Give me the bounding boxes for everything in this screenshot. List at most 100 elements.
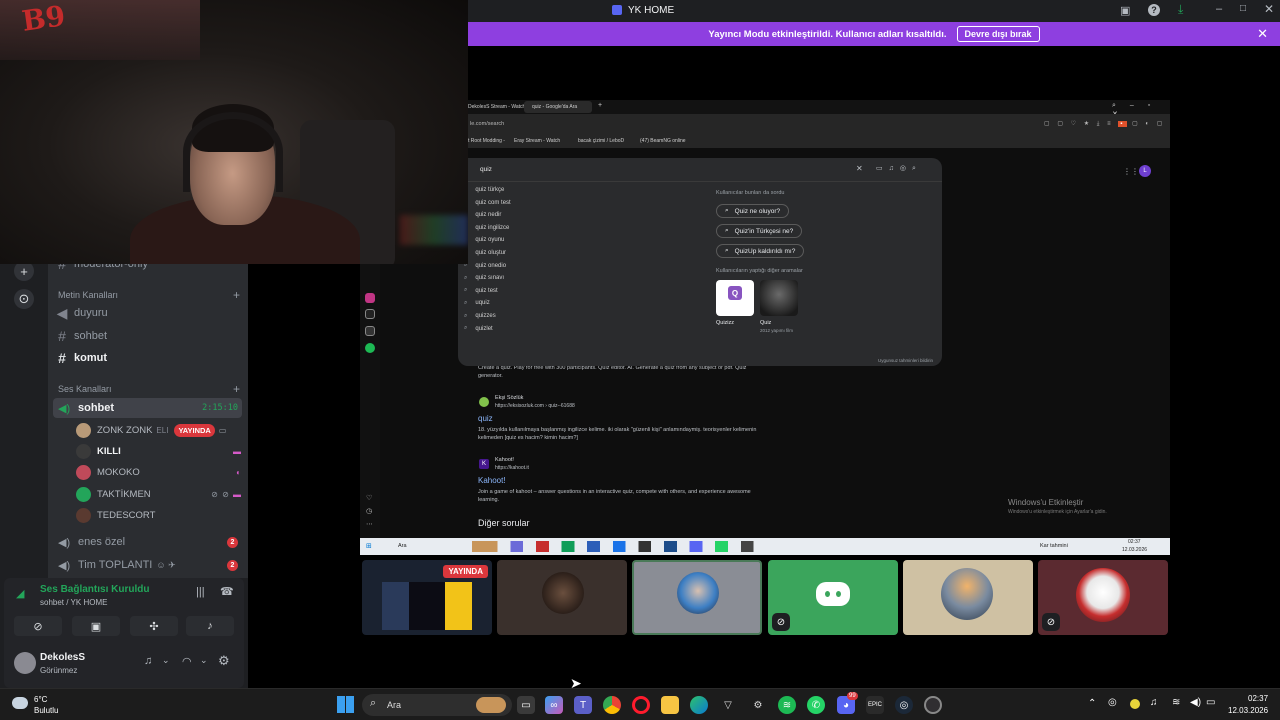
microphone-icon[interactable]: ♫ xyxy=(144,655,152,667)
download-icon[interactable]: ⤓ xyxy=(1178,2,1183,17)
bookmark[interactable]: t Root Modding - xyxy=(468,138,505,144)
suggestion-item[interactable]: ⌕quiz nedir xyxy=(464,209,501,221)
weather-icon[interactable] xyxy=(12,697,28,709)
notice-close-icon[interactable]: ✕ xyxy=(1257,26,1268,42)
voice-status[interactable]: Ses Bağlantısı Kuruldu xyxy=(40,584,149,595)
settings-gear-icon[interactable]: ⚙ xyxy=(218,653,230,669)
disable-streamer-mode-button[interactable]: Devre dışı bırak xyxy=(956,26,1040,42)
activities-button[interactable]: ✣ xyxy=(130,616,178,636)
suggestion-item[interactable]: ⌕quiz com test xyxy=(464,197,511,209)
history-icon[interactable]: ◷ xyxy=(366,507,372,515)
participant-tile-discord[interactable]: ⊘ xyxy=(768,560,898,635)
tray-yellow-icon[interactable] xyxy=(1130,699,1140,709)
opera-icon[interactable] xyxy=(632,696,650,714)
disconnect-icon[interactable]: ☎ xyxy=(220,585,234,598)
browser-tab[interactable]: DekolesS Stream - Watch xyxy=(468,104,525,110)
voice-channel-enes-ozel[interactable]: ◀) enes özel 2 xyxy=(53,532,242,552)
channel-komut[interactable]: # komut xyxy=(54,348,242,368)
browser-address-bar[interactable]: le.com/search ▢ ▢ ♡ ★ ⤓ ≡ ▪ ▢ ◐ ▢ xyxy=(468,114,1170,134)
taskbar-weather[interactable]: Kar tahmini xyxy=(1040,543,1068,549)
quiz-film-label[interactable]: Quiz xyxy=(760,320,771,326)
edge-icon[interactable] xyxy=(690,696,708,714)
start-icon[interactable] xyxy=(337,696,354,713)
search-tool-icons[interactable]: ▭♫◎⌕ xyxy=(876,164,922,173)
weather-temp[interactable]: 6°C xyxy=(34,695,47,704)
quizizz-card[interactable]: Q xyxy=(716,280,754,316)
result2-title[interactable]: Kahoot! xyxy=(478,476,506,485)
show-hidden-icons[interactable]: ⌃ xyxy=(1088,698,1096,709)
noise-suppression-icon[interactable]: ||| xyxy=(196,586,205,598)
voice-user[interactable]: ZONK ZONK ELI YAYINDA ▭ xyxy=(76,420,242,440)
suggestion-item[interactable]: ⌕quiz türkçe xyxy=(464,184,504,196)
voice-category[interactable]: Ses Kanalları + xyxy=(58,382,240,396)
voice-user[interactable]: TAKTİKMEN ⊘ ⊘ ▬ xyxy=(76,484,242,504)
channel-duyuru[interactable]: ◀ duyuru xyxy=(54,303,242,323)
people-ask-chip[interactable]: ⌕ Quiz ne oluyor? xyxy=(716,204,790,218)
shared-screen[interactable]: DekolesS Stream - Watch quiz - Google'da… xyxy=(360,100,1170,555)
participant-tile-stream[interactable]: YAYINDA xyxy=(362,560,492,635)
volume-icon[interactable]: ◀) xyxy=(1190,697,1201,708)
add-server-icon[interactable]: + xyxy=(14,261,34,281)
quiz-film-card[interactable] xyxy=(760,280,798,316)
bookmark[interactable]: (47) BeamNG online xyxy=(640,138,686,144)
wifi-icon[interactable]: ≋ xyxy=(1172,697,1180,708)
whatsapp-icon[interactable]: ✆ xyxy=(807,696,825,714)
steam-icon[interactable]: ◎ xyxy=(895,696,913,714)
apps-grid-icon[interactable]: ⋮⋮ xyxy=(1123,167,1139,176)
search-query-text[interactable]: quiz xyxy=(480,166,492,173)
tray-app-icon[interactable]: ◎ xyxy=(1108,697,1117,708)
copilot-icon[interactable]: ∞ xyxy=(545,696,563,714)
clear-search-icon[interactable]: ✕ xyxy=(856,164,863,173)
quizizz-label[interactable]: Quizizz xyxy=(716,320,734,326)
chrome-icon[interactable] xyxy=(603,696,621,714)
minimize-button[interactable]: – xyxy=(1216,3,1222,15)
user-display-name[interactable]: DekolesS xyxy=(40,652,85,663)
channel-moderator-only[interactable]: # moderator-only xyxy=(54,264,242,274)
screen-share-button[interactable]: ▣ xyxy=(72,616,120,636)
discover-icon[interactable]: ⊙ xyxy=(14,289,34,309)
people-ask-chip[interactable]: ⌕ QuizUp kaldırıldı mı? xyxy=(716,244,805,258)
suggestion-item[interactable]: ⌕quiz ingilizce xyxy=(464,222,509,234)
voice-user[interactable]: MOKOKO ◐ xyxy=(76,462,242,482)
suggestion-item[interactable]: ⌕ quiz sınavı xyxy=(464,272,504,284)
chevron-down-icon[interactable]: ⌄ xyxy=(200,655,208,666)
tiktok-icon[interactable] xyxy=(365,309,375,319)
soundboard-button[interactable]: ♪ xyxy=(186,616,234,636)
avatar[interactable] xyxy=(14,652,36,674)
headphones-icon[interactable]: ◠ xyxy=(182,655,192,668)
suggestion-item[interactable]: ⌕quiz oyunu xyxy=(464,234,504,246)
vpn-icon[interactable]: ▽ xyxy=(719,696,737,714)
close-window-button[interactable]: ✕ xyxy=(1264,2,1274,16)
clock-date[interactable]: 12.03.2026 xyxy=(1228,706,1268,715)
people-ask-chip[interactable]: ⌕ Quiz'in Türkçesi ne? xyxy=(716,224,803,238)
result1-title[interactable]: quiz xyxy=(478,414,493,423)
participant-tile[interactable]: ⊘ xyxy=(1038,560,1168,635)
help-icon[interactable]: ? xyxy=(1148,4,1160,16)
channel-sohbet[interactable]: # sohbet xyxy=(54,326,242,346)
voice-channel-tim-toplanti[interactable]: ◀) Tim TOPLANTI ☺ ✈ 2 xyxy=(53,555,242,575)
suggestion-item[interactable]: ⌕ quizlet xyxy=(464,323,493,335)
suggestion-item[interactable]: ⌕ quiz onedio xyxy=(464,260,506,272)
add-channel-icon[interactable]: + xyxy=(233,288,240,302)
camera-off-button[interactable]: ⊘ xyxy=(14,616,62,636)
settings-gear-icon[interactable]: ⚙ xyxy=(749,696,767,714)
chevron-down-icon[interactable]: ⌄ xyxy=(162,655,170,666)
suggestion-item[interactable]: ⌕ quiz test xyxy=(464,285,498,297)
file-explorer-icon[interactable] xyxy=(661,696,679,714)
suggestion-item[interactable]: ⌕ quizzes xyxy=(464,310,496,322)
text-category[interactable]: Metin Kanalları + xyxy=(58,288,240,302)
obs-icon[interactable] xyxy=(924,696,942,714)
voice-user[interactable]: KILLI ▬ xyxy=(76,441,242,461)
search-input[interactable]: quiz ✕ ▭♫◎⌕ xyxy=(458,158,942,182)
profile-avatar[interactable]: L xyxy=(1139,165,1151,177)
spotify-icon[interactable] xyxy=(365,343,375,353)
feedback-link[interactable]: Uygunsuz tahminleri bildirin xyxy=(878,358,933,363)
browser-tab[interactable]: quiz - Google'da Ara xyxy=(532,104,577,110)
voice-location[interactable]: sohbet / YK HOME xyxy=(40,598,107,607)
maximize-button[interactable]: □ xyxy=(1240,3,1246,14)
teams-icon[interactable]: T xyxy=(574,696,592,714)
spotify-icon[interactable]: ≋ xyxy=(778,696,796,714)
cast-icon[interactable]: ▣ xyxy=(1120,4,1130,17)
clock-time[interactable]: 02:37 xyxy=(1248,694,1268,703)
add-channel-icon[interactable]: + xyxy=(233,382,240,396)
